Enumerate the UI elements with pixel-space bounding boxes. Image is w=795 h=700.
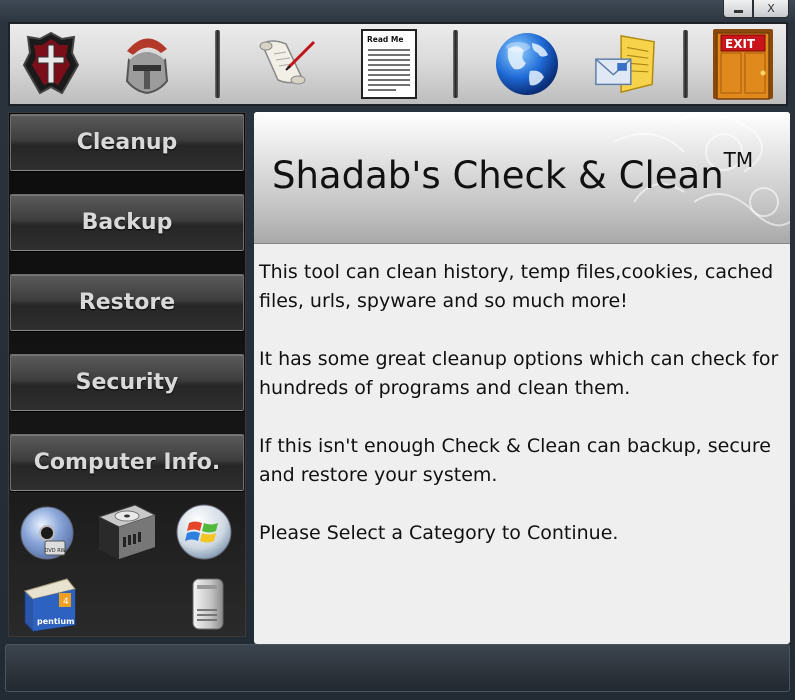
sidebar-item-restore[interactable]: Restore — [10, 274, 244, 331]
content-panel: Shadab's Check & CleanTM This tool can c… — [254, 112, 790, 644]
hard-drive-icon — [97, 504, 157, 559]
sidebar-item-label: Restore — [78, 290, 176, 315]
close-button[interactable]: X — [753, 0, 789, 18]
exit-door-icon: EXIT — [713, 29, 773, 100]
sidebar-item-cleanup[interactable]: Cleanup — [10, 114, 244, 171]
toolbar-separator — [215, 30, 220, 98]
status-bar — [5, 644, 790, 692]
app-title-text: Shadab's Check & Clean — [272, 154, 724, 197]
trademark-symbol: TM — [723, 147, 754, 172]
sidebar-item-label: Security — [75, 370, 179, 395]
sidebar-item-computer-info[interactable]: Computer Info. — [10, 434, 244, 491]
minimize-button[interactable] — [723, 0, 753, 18]
sidebar-item-label: Computer Info. — [33, 450, 221, 475]
hard-drive-button[interactable] — [95, 503, 157, 565]
title-bar: X — [0, 0, 795, 22]
mail-envelope-icon — [595, 34, 655, 94]
computer-tower-icon — [192, 578, 224, 630]
sidebar: Cleanup Backup Restore Security Computer… — [8, 112, 246, 637]
minimize-icon — [733, 10, 743, 13]
windows-button[interactable] — [175, 503, 233, 565]
computer-tower-button[interactable] — [187, 575, 229, 637]
app-title: Shadab's Check & CleanTM — [272, 148, 753, 197]
globe-icon — [496, 33, 558, 95]
toolbar-separator — [683, 30, 688, 98]
toolbar-button-readme[interactable]: Read Me — [356, 29, 422, 99]
processor-button[interactable]: 4 pentium 4 — [21, 575, 83, 637]
knight-helmet-icon — [125, 38, 169, 95]
readme-document-icon: Read Me — [361, 29, 417, 99]
toolbar-button-exit[interactable]: EXIT — [710, 29, 776, 100]
dvd-disc-icon: DVD RW — [20, 506, 74, 560]
close-icon: X — [767, 2, 775, 15]
toolbar-button-mail[interactable] — [592, 30, 658, 98]
toolbar-button-shield[interactable] — [18, 30, 84, 98]
dvd-label: DVD RW — [45, 548, 66, 554]
shield-cross-icon — [22, 31, 80, 95]
readme-label: Read Me — [367, 35, 403, 44]
sidebar-item-label: Backup — [81, 210, 173, 235]
sidebar-item-backup[interactable]: Backup — [10, 194, 244, 251]
dvd-button[interactable]: DVD RW — [19, 505, 75, 565]
svg-text:4: 4 — [63, 597, 69, 607]
windows-logo-icon — [176, 504, 232, 560]
exit-label: EXIT — [725, 37, 756, 51]
description-paragraph: It has some great cleanup options which … — [259, 348, 779, 399]
description: This tool can clean history, temp files,… — [259, 258, 784, 577]
toolbar: Read Me EXIT — [8, 22, 788, 106]
toolbar-button-helmet[interactable] — [114, 30, 180, 98]
sidebar-item-label: Cleanup — [76, 130, 178, 155]
toolbar-separator — [453, 30, 458, 98]
select-category-prompt: Please Select a Category to Continue. — [259, 522, 619, 544]
scroll-quill-icon — [259, 40, 316, 85]
description-paragraph: If this isn't enough Check & Clean can b… — [259, 435, 771, 486]
toolbar-button-scroll[interactable] — [252, 30, 318, 98]
toolbar-button-globe[interactable] — [494, 30, 560, 98]
description-paragraph: This tool can clean history, temp files,… — [259, 261, 774, 312]
title-banner: Shadab's Check & CleanTM — [254, 112, 790, 244]
processor-chip-icon: 4 pentium 4 — [24, 578, 83, 632]
processor-label: pentium 4 — [37, 617, 77, 626]
sidebar-item-security[interactable]: Security — [10, 354, 244, 411]
